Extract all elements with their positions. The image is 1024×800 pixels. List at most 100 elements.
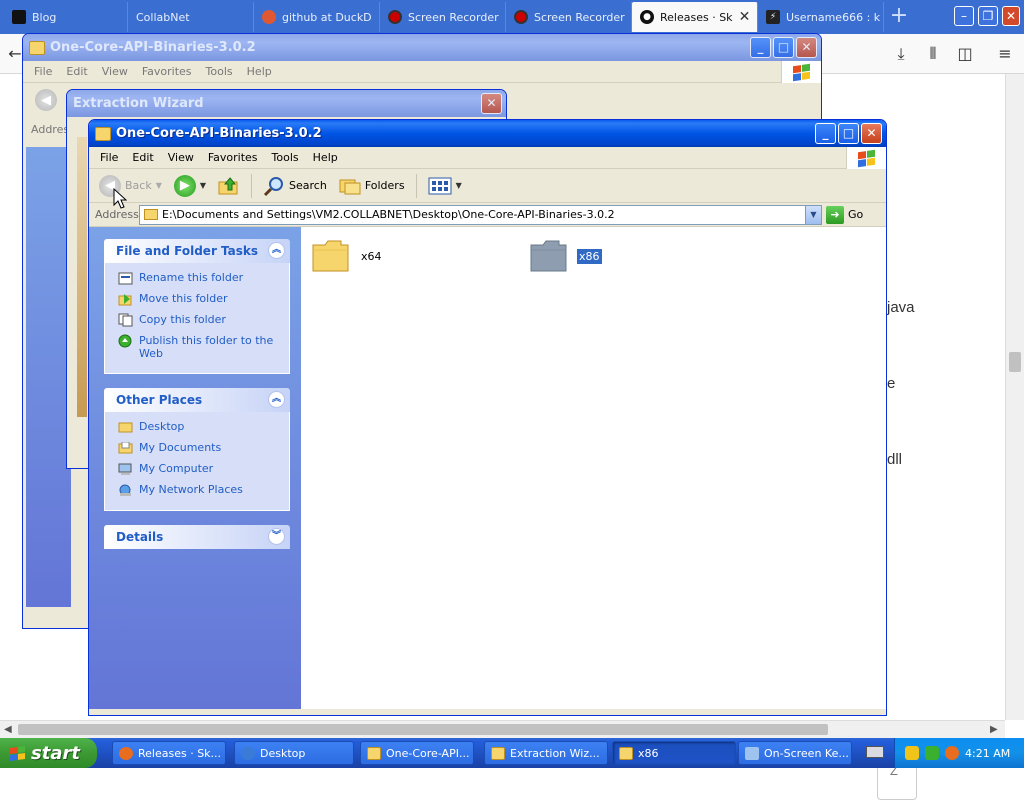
browser-tab-collabnet[interactable]: CollabNet xyxy=(128,2,254,32)
task-pane: File and Folder Tasks ︽ Rename this fold… xyxy=(89,227,301,709)
chevron-up-icon[interactable]: ︽ xyxy=(268,242,285,259)
menu-tools[interactable]: Tools xyxy=(199,63,240,80)
tab-label: Releases · Sk xyxy=(660,10,733,24)
minimize-icon[interactable]: – xyxy=(954,6,974,26)
chevron-down-icon[interactable]: ▼ xyxy=(805,205,821,224)
explorer-window[interactable]: One-Core-API-Binaries-3.0.2 _ □ ✕ File E… xyxy=(88,119,887,716)
menu-edit[interactable]: Edit xyxy=(59,63,94,80)
views-button[interactable]: ▼ xyxy=(424,175,466,197)
address-value: E:\Documents and Settings\VM2.COLLABNET\… xyxy=(162,208,615,221)
panel-header[interactable]: Details ︾ xyxy=(104,525,290,549)
folder-item-x64[interactable]: x64 xyxy=(311,237,384,275)
scroll-right-icon[interactable]: ▶ xyxy=(990,724,998,735)
folder-item-x86[interactable]: x86 xyxy=(529,237,602,275)
close-icon[interactable]: ✕ xyxy=(1002,6,1020,26)
menu-tools[interactable]: Tools xyxy=(265,149,306,166)
keyboard-icon[interactable] xyxy=(866,746,884,758)
folders-button[interactable]: Folders xyxy=(335,175,409,197)
window-title-bar[interactable]: One-Core-API-Binaries-3.0.2 _ □ ✕ xyxy=(23,34,821,61)
menu-help[interactable]: Help xyxy=(306,149,345,166)
task-label: Rename this folder xyxy=(139,271,244,284)
task-label: Move this folder xyxy=(139,292,228,305)
tab-label: Screen Recorder xyxy=(534,10,625,24)
my-computer-link[interactable]: My Computer xyxy=(117,462,281,476)
folders-icon xyxy=(339,179,361,194)
publish-folder-link[interactable]: Publish this folder to the Web xyxy=(117,334,281,360)
search-button[interactable]: Search xyxy=(259,173,331,199)
network-icon[interactable] xyxy=(925,746,939,760)
taskbar-button-extraction-wizard[interactable]: Extraction Wiz... xyxy=(484,741,608,765)
go-button[interactable]: ➜ Go xyxy=(826,205,863,224)
start-button[interactable]: start xyxy=(0,738,97,768)
restore-icon[interactable]: ❐ xyxy=(978,6,998,26)
panel-header[interactable]: Other Places ︽ xyxy=(104,388,290,412)
rename-folder-link[interactable]: Rename this folder xyxy=(117,271,281,285)
new-tab-button[interactable]: + xyxy=(885,4,913,30)
taskbar-button-x86[interactable]: x86 xyxy=(612,741,736,765)
search-label: Search xyxy=(289,179,327,192)
window-title-bar[interactable]: Extraction Wizard ✕ xyxy=(67,90,506,117)
up-folder-icon xyxy=(218,176,238,194)
address-input[interactable]: E:\Documents and Settings\VM2.COLLABNET\… xyxy=(139,204,822,225)
move-folder-link[interactable]: Move this folder xyxy=(117,292,281,306)
search-icon[interactable] xyxy=(945,746,959,760)
scrollbar-thumb[interactable] xyxy=(1009,352,1021,372)
library-icon[interactable]: ⫴ xyxy=(922,43,944,65)
browser-tab-username[interactable]: ⚡ Username666 : k xyxy=(758,2,884,32)
taskbar-button-firefox[interactable]: Releases · Sk... xyxy=(112,741,226,765)
scrollbar-thumb[interactable] xyxy=(18,724,828,735)
forward-button[interactable]: ▶ ▼ xyxy=(170,173,210,199)
desktop-link[interactable]: Desktop xyxy=(117,420,281,434)
file-label: x64 xyxy=(361,249,382,263)
page-text-fragment: dll xyxy=(887,451,903,468)
close-icon[interactable]: ✕ xyxy=(481,93,502,114)
maximize-icon[interactable]: □ xyxy=(773,37,794,58)
browser-tab-blog[interactable]: Blog xyxy=(4,2,128,32)
panel-title: Other Places xyxy=(116,393,203,407)
menu-view[interactable]: View xyxy=(95,63,135,80)
browser-tab-screen-recorder[interactable]: Screen Recorder xyxy=(380,2,506,32)
close-icon[interactable]: ✕ xyxy=(796,37,817,58)
menu-file[interactable]: File xyxy=(27,63,59,80)
scroll-left-icon[interactable]: ◀ xyxy=(4,724,12,735)
window-title-bar[interactable]: One-Core-API-Binaries-3.0.2 _ □ ✕ xyxy=(89,120,886,147)
browser-tab-screen-recorder-2[interactable]: Screen Recorder xyxy=(506,2,632,32)
maximize-icon[interactable]: □ xyxy=(838,123,859,144)
taskbar-button-on-screen-keyboard[interactable]: On-Screen Ke... xyxy=(738,741,852,765)
back-button[interactable]: ◀ Back ▼ xyxy=(95,173,166,199)
my-documents-link[interactable]: My Documents xyxy=(117,441,281,455)
sidebar-icon[interactable]: ◫ xyxy=(954,43,976,65)
back-icon[interactable]: ◀ xyxy=(35,89,57,111)
file-list[interactable]: x64 x86 xyxy=(301,227,886,709)
menu-edit[interactable]: Edit xyxy=(125,149,160,166)
download-icon[interactable]: ⤓ xyxy=(890,43,912,65)
vertical-scrollbar[interactable] xyxy=(1005,74,1024,720)
chevron-up-icon[interactable]: ︽ xyxy=(268,391,285,408)
menu-favorites[interactable]: Favorites xyxy=(201,149,265,166)
minimize-icon[interactable]: _ xyxy=(750,37,771,58)
close-tab-icon[interactable]: ✕ xyxy=(739,9,751,25)
chevron-down-icon[interactable]: ︾ xyxy=(268,528,285,545)
panel-header[interactable]: File and Folder Tasks ︽ xyxy=(104,239,290,263)
taskbar-button-desktop[interactable]: Desktop xyxy=(234,741,354,765)
close-icon[interactable]: ✕ xyxy=(861,123,882,144)
browser-tab-releases[interactable]: ● Releases · Sk ✕ xyxy=(632,2,758,32)
horizontal-scrollbar[interactable]: ◀ ▶ xyxy=(0,720,1005,738)
file-folder-tasks-panel: File and Folder Tasks ︽ Rename this fold… xyxy=(104,239,290,374)
place-label: Desktop xyxy=(139,420,185,433)
taskbar-button-one-core[interactable]: One-Core-API... xyxy=(360,741,474,765)
menu-icon[interactable]: ≡ xyxy=(994,43,1016,65)
menu-view[interactable]: View xyxy=(161,149,201,166)
window-body: File and Folder Tasks ︽ Rename this fold… xyxy=(89,227,886,709)
minimize-icon[interactable]: _ xyxy=(815,123,836,144)
my-network-places-link[interactable]: My Network Places xyxy=(117,483,281,497)
ie-icon xyxy=(241,746,255,760)
security-shield-icon[interactable] xyxy=(905,746,919,760)
up-folder-button[interactable] xyxy=(214,174,244,198)
my-documents-icon xyxy=(117,441,133,455)
browser-tab-duckduckgo[interactable]: github at DuckD xyxy=(254,2,380,32)
copy-folder-link[interactable]: Copy this folder xyxy=(117,313,281,327)
menu-help[interactable]: Help xyxy=(240,63,279,80)
menu-favorites[interactable]: Favorites xyxy=(135,63,199,80)
menu-file[interactable]: File xyxy=(93,149,125,166)
